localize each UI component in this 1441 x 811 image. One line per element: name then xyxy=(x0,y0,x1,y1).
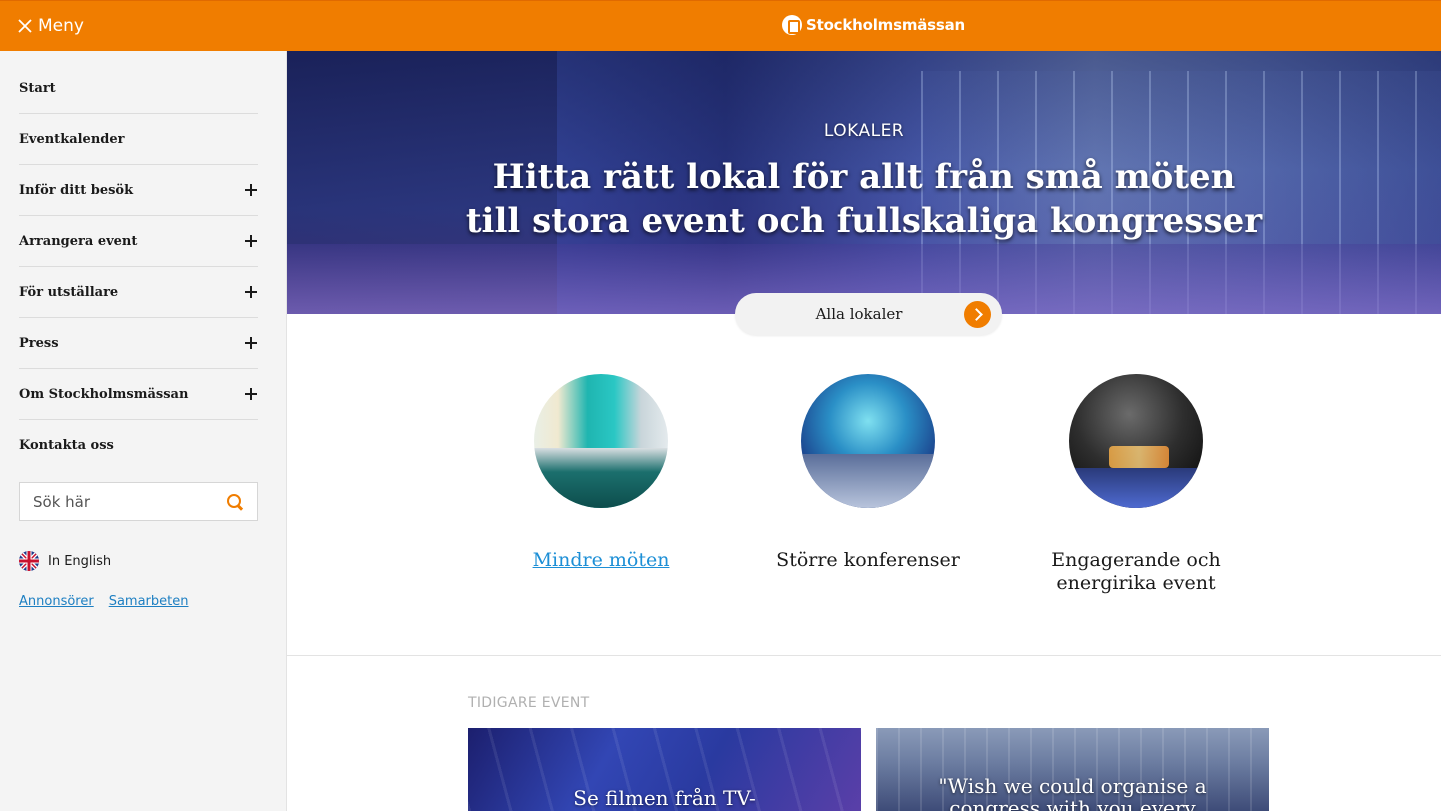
sidebar-item-label: Press xyxy=(19,335,59,351)
all-venues-label: Alla lokaler xyxy=(815,305,903,323)
plus-icon[interactable] xyxy=(245,235,257,247)
close-icon xyxy=(18,19,32,33)
past-event-title: Se filmen från TV- xyxy=(573,786,756,810)
menu-label: Meny xyxy=(38,16,84,36)
past-events-heading: TIDIGARE EVENT xyxy=(468,695,590,711)
venue-photo[interactable] xyxy=(801,374,935,508)
sidebar-item-label: Om Stockholmsmässan xyxy=(19,386,189,402)
past-event-card[interactable]: "Wish we could organise a congress with … xyxy=(876,728,1269,811)
arrow-right-icon xyxy=(964,301,991,328)
venue-caption[interactable]: Större konferenser xyxy=(748,549,988,572)
sidebar-item-om-stockholmsmassan[interactable]: Om Stockholmsmässan xyxy=(19,369,258,420)
language-switch[interactable]: In English xyxy=(19,551,111,571)
sidebar-item-label: Kontakta oss xyxy=(19,438,114,453)
plus-icon[interactable] xyxy=(245,184,257,196)
venue-photo[interactable] xyxy=(1069,374,1203,508)
venue-caption[interactable]: Mindre möten xyxy=(481,549,721,572)
search-icon[interactable] xyxy=(226,493,244,511)
plus-icon[interactable] xyxy=(245,286,257,298)
link-annonsorer[interactable]: Annonsörer xyxy=(19,594,94,609)
language-label: In English xyxy=(48,553,112,569)
link-samarbeten[interactable]: Samarbeten xyxy=(109,594,189,609)
logo-text: Stockholmsmässan xyxy=(806,16,966,34)
sidebar-item-arrangera-event[interactable]: Arrangera event xyxy=(19,216,258,267)
venue-caption[interactable]: Engagerande och energirika event xyxy=(1016,549,1256,595)
top-bar: Meny Stockholmsmässan xyxy=(0,0,1441,51)
hero-banner: LOKALER Hitta rätt lokal för allt från s… xyxy=(287,51,1441,314)
venue-card-larger-conferences[interactable]: Större konferenser xyxy=(748,374,988,572)
logo-mark-icon xyxy=(782,15,802,35)
menu-toggle-button[interactable]: Meny xyxy=(18,16,84,36)
sidebar-footer-links: Annonsörer Samarbeten xyxy=(19,594,188,609)
venue-card-engaging-events[interactable]: Engagerande och energirika event xyxy=(1016,374,1256,595)
sidebar-item-for-utstallare[interactable]: För utställare xyxy=(19,267,258,318)
sidebar-item-label: Arrangera event xyxy=(19,233,138,249)
all-venues-button[interactable]: Alla lokaler xyxy=(735,293,1002,335)
site-logo[interactable]: Stockholmsmässan xyxy=(782,15,965,35)
sidebar-item-infor-ditt-besok[interactable]: Inför ditt besök xyxy=(19,165,258,216)
sidebar-menu: Start Eventkalender Inför ditt besök Arr… xyxy=(0,51,287,811)
sidebar-item-label: Inför ditt besök xyxy=(19,182,134,198)
plus-icon[interactable] xyxy=(245,337,257,349)
search-box xyxy=(19,482,258,521)
venue-card-small-meetings[interactable]: Mindre möten xyxy=(481,374,721,572)
search-input[interactable] xyxy=(33,492,203,511)
hero-eyebrow: LOKALER xyxy=(823,121,905,141)
sidebar-item-label: Start xyxy=(19,80,56,96)
plus-icon[interactable] xyxy=(245,388,257,400)
sidebar-item-label: Eventkalender xyxy=(19,131,125,147)
past-event-card[interactable]: Se filmen från TV- xyxy=(468,728,861,811)
section-divider xyxy=(287,655,1441,656)
hero-headline: Hitta rätt lokal för allt från små möten… xyxy=(465,157,1263,241)
venue-photo[interactable] xyxy=(534,374,668,508)
sidebar-item-label: För utställare xyxy=(19,284,119,300)
uk-flag-icon xyxy=(19,551,39,571)
sidebar-item-eventkalender[interactable]: Eventkalender xyxy=(19,114,258,165)
sidebar-nav: Start Eventkalender Inför ditt besök Arr… xyxy=(19,63,258,471)
past-event-title: "Wish we could organise a congress with … xyxy=(938,774,1207,811)
sidebar-item-press[interactable]: Press xyxy=(19,318,258,369)
sidebar-item-kontakta-oss[interactable]: Kontakta oss xyxy=(19,420,258,471)
sidebar-item-start[interactable]: Start xyxy=(19,63,258,114)
